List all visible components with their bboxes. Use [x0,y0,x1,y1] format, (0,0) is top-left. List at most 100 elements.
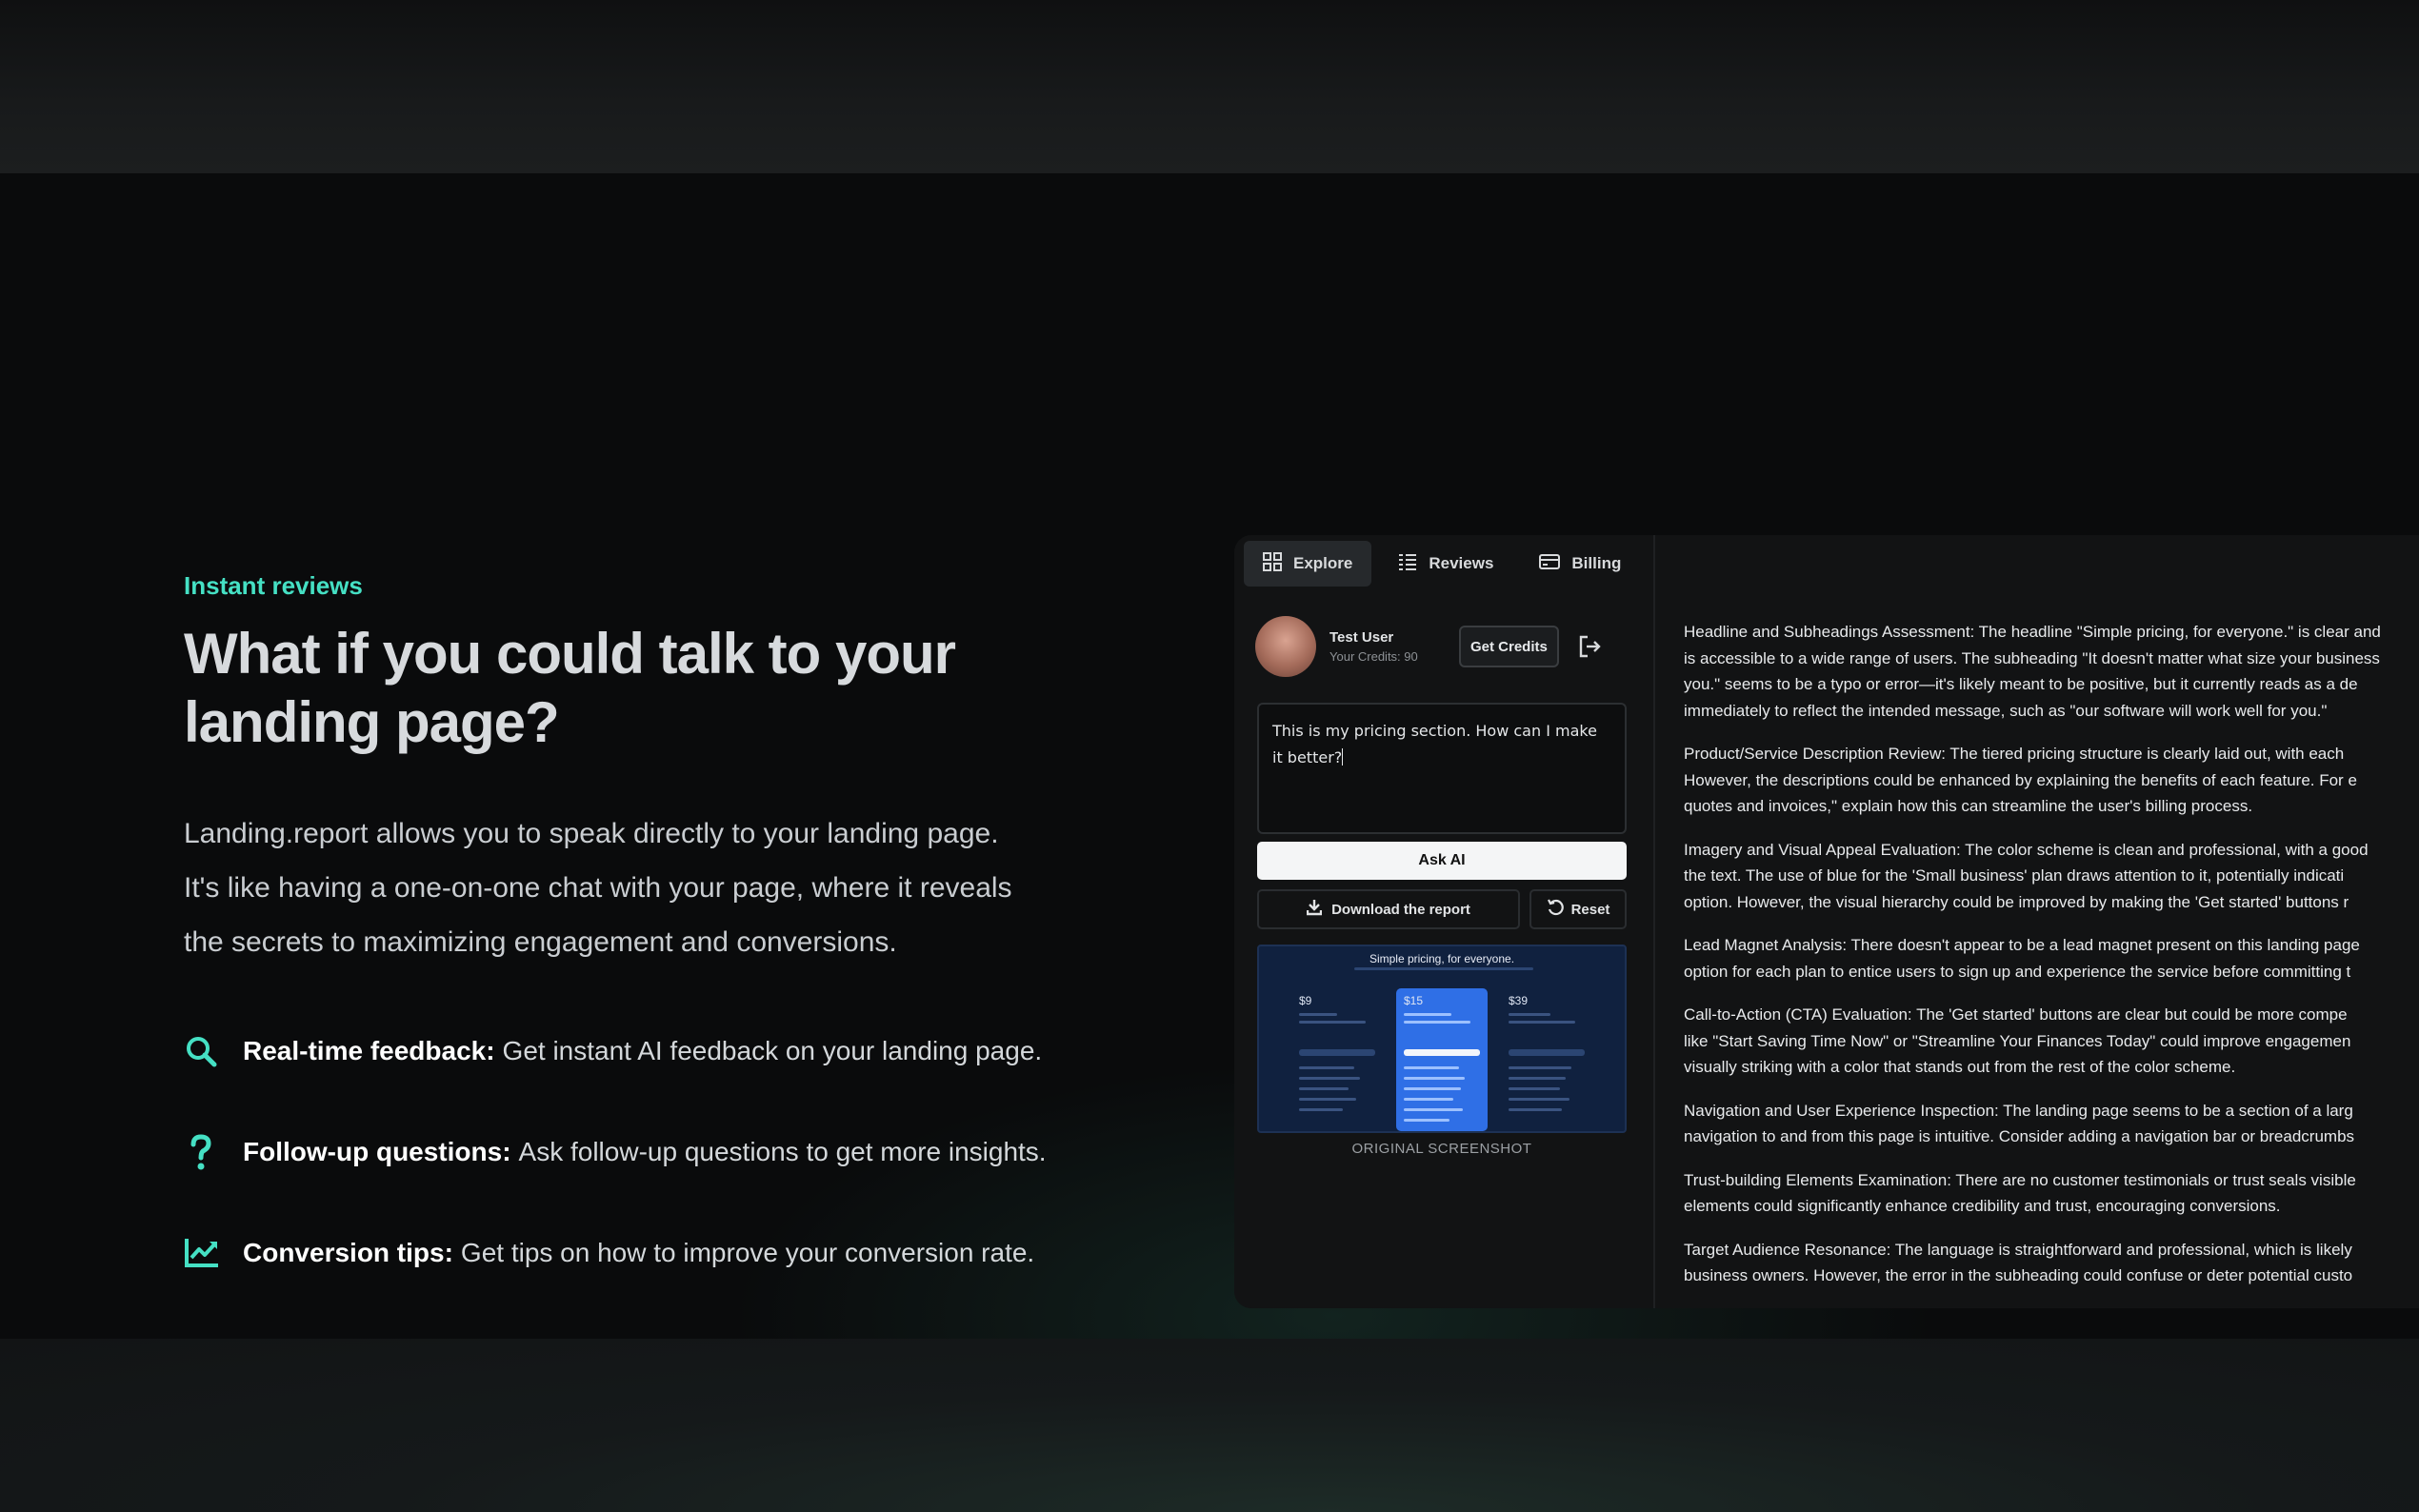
feature-text: Get instant AI feedback on your landing … [502,1036,1043,1065]
reset-button[interactable]: Reset [1529,889,1627,929]
hero-copy: Instant reviews What if you could talk t… [184,571,1098,1335]
thumbnail-subtitle-line [1354,967,1533,970]
eyebrow-label: Instant reviews [184,571,363,600]
plan-line [1404,1013,1451,1016]
plan-line [1404,1066,1459,1069]
prompt-text: This is my pricing section. How can I ma… [1272,722,1597,766]
logout-icon[interactable] [1574,631,1605,662]
plan-line [1404,1077,1465,1080]
report-line: Headline and Subheadings Assessment: The… [1684,623,2381,641]
plan-price: $39 [1509,994,1529,1007]
ask-ai-button[interactable]: Ask AI [1257,842,1627,880]
plan-line [1509,1066,1571,1069]
top-backdrop [0,0,2419,173]
report-line: Imagery and Visual Appeal Evaluation: Th… [1684,840,2369,859]
download-icon [1306,899,1323,920]
reset-icon [1547,899,1564,920]
plan-button [1404,1049,1480,1056]
headline-line: What if you could talk to your [184,622,956,686]
plan-line [1509,1087,1560,1090]
app-preview: Explore Reviews Billing Test User Your C… [1234,535,2419,1308]
tab-reviews[interactable]: Reviews [1379,541,1512,587]
thumbnail-title: Simple pricing, for everyone. [1369,952,1515,965]
report-line: business owners. However, the error in t… [1684,1266,2353,1284]
reset-label: Reset [1570,901,1610,918]
grid-icon [1263,551,1282,576]
plan-line [1299,1098,1356,1101]
report-line: navigation to and from this page is intu… [1684,1127,2355,1145]
feature-title: Conversion tips: [243,1238,453,1267]
report-line: Navigation and User Experience Inspectio… [1684,1101,2353,1120]
plan-line [1299,1077,1360,1080]
report-paragraph: Trust-building Elements Examination: The… [1684,1167,2419,1220]
tab-label: Explore [1293,554,1353,572]
plan-line [1404,1119,1449,1122]
original-screenshot-thumbnail[interactable]: Simple pricing, for everyone. $9 $15 $39 [1257,945,1627,1133]
feature-item: Conversion tips: Get tips on how to impr… [184,1234,1098,1272]
report-paragraph: Product/Service Description Review: The … [1684,741,2419,820]
plan-line [1509,1013,1550,1016]
lead-line: Landing.report allows you to speak direc… [184,818,999,849]
chart-trend-icon [184,1234,224,1272]
report-line: However, the descriptions could be enhan… [1684,770,2357,789]
report-line: option. However, the visual hierarchy co… [1684,892,2349,911]
search-icon [184,1032,224,1070]
report-paragraph: Lead Magnet Analysis: There doesn't appe… [1684,932,2419,985]
lead-line: the secrets to maximizing engagement and… [184,926,897,958]
prompt-textarea[interactable]: This is my pricing section. How can I ma… [1257,703,1627,834]
report-paragraph: Imagery and Visual Appeal Evaluation: Th… [1684,837,2419,916]
bottom-backdrop [0,1339,2419,1512]
report-line: immediately to reflect the intended mess… [1684,701,2328,720]
feature-text: Ask follow-up questions to get more insi… [518,1137,1047,1166]
user-name: Test User [1329,629,1394,646]
feature-list: Real-time feedback: Get instant AI feedb… [184,1032,1098,1272]
report-line: visually striking with a color that stan… [1684,1058,2236,1076]
report-line: quotes and invoices," explain how this c… [1684,797,2253,815]
report-line: you." seems to be a typo or error—it's l… [1684,675,2358,693]
plan-button [1299,1049,1375,1056]
report-paragraph: Navigation and User Experience Inspectio… [1684,1098,2419,1150]
plan-line [1509,1108,1562,1111]
feature-title: Follow-up questions: [243,1137,511,1166]
plan-line [1299,1108,1343,1111]
report-line: Trust-building Elements Examination: The… [1684,1170,2356,1189]
question-icon [184,1133,224,1171]
report-line: like "Start Saving Time Now" or "Streaml… [1684,1031,2351,1050]
lead-paragraph: Landing.report allows you to speak direc… [184,806,1098,969]
report-line: is accessible to a wide range of users. … [1684,648,2380,667]
plan-line [1404,1108,1463,1111]
feature-item: Follow-up questions: Ask follow-up quest… [184,1133,1098,1171]
tab-label: Reviews [1429,554,1494,572]
lead-line: It's like having a one-on-one chat with … [184,872,1012,904]
list-icon [1398,552,1417,576]
report-line: Product/Service Description Review: The … [1684,745,2345,763]
report-paragraph: Call-to-Action (CTA) Evaluation: The 'Ge… [1684,1002,2419,1081]
plan-line [1299,1087,1349,1090]
user-credits: Your Credits: 90 [1329,649,1418,664]
tab-label: Billing [1571,554,1622,572]
report-line: the text. The use of blue for the 'Small… [1684,866,2345,885]
thumbnail-plan: $39 [1501,988,1592,1131]
tab-explore[interactable]: Explore [1244,541,1372,587]
plan-line [1509,1021,1575,1024]
plan-line [1509,1077,1566,1080]
thumbnail-plan: $15 [1396,988,1488,1131]
plan-line [1509,1098,1569,1101]
get-credits-button[interactable]: Get Credits [1459,626,1559,667]
download-label: Download the report [1331,901,1470,918]
card-icon [1539,553,1561,575]
user-info: Test User Your Credits: 90 [1329,629,1446,664]
ai-report-panel: Headline and Subheadings Assessment: The… [1684,619,2419,1306]
section-headline: What if you could talk to your landing p… [184,620,1098,757]
plan-line [1299,1021,1366,1024]
plan-price: $15 [1404,994,1424,1007]
download-report-button[interactable]: Download the report [1257,889,1520,929]
report-line: Lead Magnet Analysis: There doesn't appe… [1684,936,2360,954]
plan-line [1404,1021,1470,1024]
tab-billing[interactable]: Billing [1520,541,1640,587]
plan-line [1299,1066,1354,1069]
avatar [1255,616,1316,677]
plan-price: $9 [1299,994,1312,1007]
report-paragraph: Target Audience Resonance: The language … [1684,1237,2419,1289]
thumbnail-plan: $9 [1291,988,1383,1131]
